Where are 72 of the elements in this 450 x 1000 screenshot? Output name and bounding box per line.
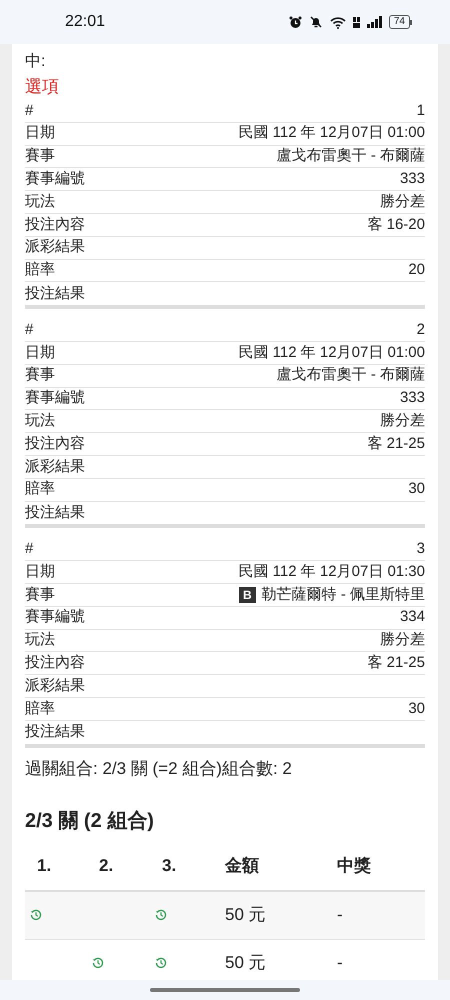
column-header: 中獎 — [336, 854, 372, 877]
battery-icon: 74 — [388, 15, 412, 29]
clock-icon — [155, 909, 167, 922]
field-label: 玩法 — [25, 630, 55, 650]
field-label: 賽事編號 — [25, 607, 85, 628]
signal-icon — [366, 16, 383, 28]
field-value: 民國 112 年 12月07日 01:00 — [238, 123, 425, 144]
field-label: 賽事 — [25, 365, 55, 386]
field-value: 民國 112 年 12月07日 01:00 — [238, 342, 425, 363]
field-value: 3 — [416, 539, 425, 559]
field-label: 日期 — [25, 123, 55, 144]
field-label: 派彩結果 — [25, 676, 85, 696]
clock-icon — [92, 957, 104, 970]
field-label: 玩法 — [25, 192, 55, 212]
amount-cell-text: 50 元 — [224, 904, 267, 926]
field-label: # — [25, 539, 34, 559]
wifi-icon — [330, 16, 346, 28]
field-value: 勝分差 — [380, 192, 425, 212]
prize-cell-text: - — [336, 904, 344, 926]
clock-icon — [30, 909, 42, 922]
status-time: 22:01 — [65, 12, 106, 32]
amount-cell-text: 50 元 — [224, 952, 267, 974]
field-value: 勝分差 — [380, 411, 425, 432]
prize-cell-text: - — [336, 952, 344, 974]
field-label: 投注內容 — [25, 652, 85, 673]
field-value: 30 — [408, 698, 425, 719]
field-label: 賠率 — [25, 479, 55, 500]
field-value: 勝分差 — [380, 630, 425, 650]
field-label: 投注結果 — [25, 284, 85, 304]
field-value: 盧戈布雷奧干 - 布爾薩 — [276, 365, 425, 386]
column-header: 1. — [36, 854, 52, 877]
field-value: 客 16-20 — [367, 214, 425, 235]
parlay-summary: 過關組合: 2/3 關 (=2 組合)組合數: 2 — [25, 758, 293, 780]
field-value: 333 — [400, 388, 425, 408]
field-label: 賠率 — [25, 698, 55, 719]
combo-title: 2/3 關 (2 組合) — [25, 808, 155, 834]
field-value: 30 — [408, 479, 425, 500]
field-value: 客 21-25 — [367, 652, 425, 673]
field-label: 投注內容 — [25, 434, 85, 454]
field-value: 民國 112 年 12月07日 01:30 — [238, 562, 425, 582]
muted-bell-icon — [308, 15, 324, 29]
field-label: 日期 — [25, 562, 55, 582]
alarm-icon — [288, 16, 302, 28]
league-badge: B — [238, 586, 256, 603]
field-value: 334 — [400, 607, 425, 628]
field-label: # — [25, 100, 34, 121]
field-value: 2 — [416, 320, 425, 340]
field-label: 賠率 — [25, 260, 55, 280]
field-label: # — [25, 320, 34, 340]
section-heading: 選項 — [25, 76, 60, 98]
column-header: 3. — [161, 854, 178, 877]
field-label: 投注結果 — [25, 722, 85, 742]
field-label: 賽事編號 — [25, 169, 85, 190]
field-value: 客 21-25 — [367, 434, 425, 454]
clock-icon — [155, 957, 167, 970]
field-label: 投注內容 — [25, 214, 85, 235]
field-value: 333 — [400, 169, 425, 190]
column-header: 金額 — [224, 854, 260, 877]
column-header: 2. — [98, 854, 114, 877]
field-value: 勒芒薩爾特 - 佩里斯特里 — [262, 584, 425, 605]
field-label: 玩法 — [25, 411, 55, 432]
intro-text: 中: — [25, 52, 46, 72]
field-label: 派彩結果 — [25, 456, 85, 477]
field-label: 賽事 — [25, 146, 55, 166]
field-value: 20 — [408, 260, 425, 280]
field-label: 投注結果 — [25, 502, 85, 523]
field-label: 派彩結果 — [25, 237, 85, 258]
field-label: 賽事編號 — [25, 388, 85, 408]
field-value: 盧戈布雷奧干 - 布爾薩 — [276, 146, 425, 166]
field-label: 日期 — [25, 342, 55, 363]
field-label: 賽事 — [25, 584, 55, 605]
field-value: 1 — [416, 100, 425, 121]
